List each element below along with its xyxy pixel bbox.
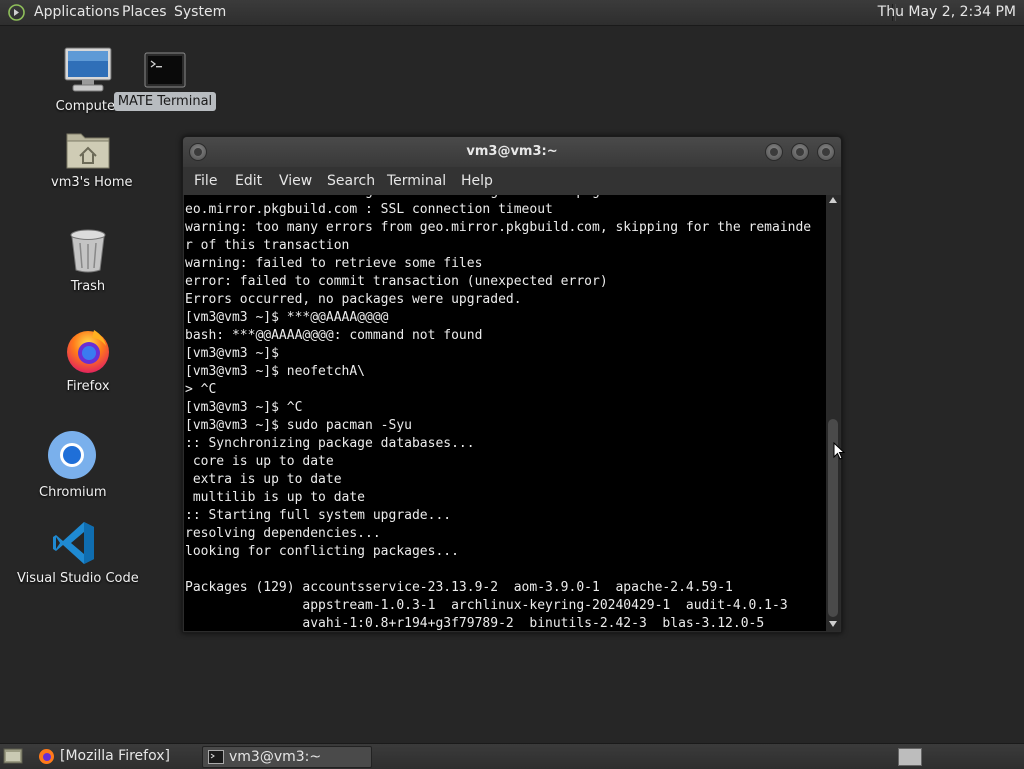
desktop-icon-label: vm3's Home xyxy=(51,175,133,190)
show-desktop-button[interactable] xyxy=(3,747,23,765)
menu-places[interactable]: Places xyxy=(122,4,167,20)
menu-terminal[interactable]: Terminal xyxy=(387,173,446,189)
show-desktop-icon xyxy=(3,748,23,764)
chromium-icon xyxy=(48,431,96,479)
taskbar-item-label: vm3@vm3:~ xyxy=(229,749,322,765)
menu-edit[interactable]: Edit xyxy=(235,173,262,189)
bottom-panel: [Mozilla Firefox] vm3@vm3:~ xyxy=(0,743,1024,769)
menu-search[interactable]: Search xyxy=(327,173,375,189)
terminal-window[interactable]: vm3@vm3:~ File Edit View Search Terminal… xyxy=(182,136,842,633)
menu-help[interactable]: Help xyxy=(461,173,493,189)
clock[interactable]: Thu May 2, 2:34 PM xyxy=(878,4,1016,20)
home-folder-icon xyxy=(66,133,110,169)
terminal-scrollbar[interactable] xyxy=(826,195,840,631)
taskbar-item-terminal[interactable]: vm3@vm3:~ xyxy=(202,746,372,768)
desktop-icon-mate-terminal[interactable]: MATE Terminal xyxy=(112,52,218,111)
desktop-icon-home[interactable]: vm3's Home xyxy=(48,128,133,191)
desktop-icon-label: Visual Studio Code xyxy=(17,571,139,586)
taskbar-item-firefox[interactable]: [Mozilla Firefox] xyxy=(34,746,200,766)
desktop-icon-firefox[interactable]: Firefox xyxy=(56,326,120,395)
window-titlebar[interactable]: vm3@vm3:~ xyxy=(183,137,841,167)
vscode-icon xyxy=(53,522,94,564)
top-panel: Applications Places System Thu May 2, 2:… xyxy=(0,0,1024,26)
trash-icon xyxy=(70,229,106,273)
desktop-icon-label: Firefox xyxy=(66,379,110,394)
workspace-switcher[interactable] xyxy=(898,748,922,766)
terminal-icon xyxy=(208,750,224,764)
terminal-output: error: failed retrieving file 'x' from g… xyxy=(185,195,812,631)
menu-applications[interactable]: Applications xyxy=(34,4,120,20)
desktop-icon-chromium[interactable]: Chromium xyxy=(36,430,108,501)
firefox-icon xyxy=(39,749,54,764)
scroll-up-arrow-icon[interactable] xyxy=(829,197,837,203)
mate-logo-icon[interactable] xyxy=(8,4,25,21)
maximize-button[interactable] xyxy=(791,143,809,161)
menu-system[interactable]: System xyxy=(174,4,226,20)
computer-icon xyxy=(64,47,112,92)
terminal-menubar: File Edit View Search Terminal Help xyxy=(183,167,841,195)
desktop-icon-label: Chromium xyxy=(39,485,107,500)
terminal-output-area[interactable]: error: failed retrieving file 'x' from g… xyxy=(184,195,826,631)
terminal-icon xyxy=(144,52,186,88)
scroll-down-arrow-icon[interactable] xyxy=(829,621,837,627)
desktop-icon-trash[interactable]: Trash xyxy=(56,228,120,295)
window-title: vm3@vm3:~ xyxy=(466,144,558,159)
menu-file[interactable]: File xyxy=(194,173,217,189)
desktop-icon-vscode[interactable]: Visual Studio Code xyxy=(14,520,139,587)
menu-view[interactable]: View xyxy=(279,173,312,189)
mouse-cursor-icon xyxy=(833,442,845,460)
minimize-button[interactable] xyxy=(765,143,783,161)
desktop-icon-label: Trash xyxy=(70,279,106,294)
firefox-icon xyxy=(67,330,109,373)
close-button[interactable] xyxy=(817,143,835,161)
desktop-icon-label: MATE Terminal xyxy=(113,92,217,111)
taskbar-item-label: [Mozilla Firefox] xyxy=(60,748,170,764)
